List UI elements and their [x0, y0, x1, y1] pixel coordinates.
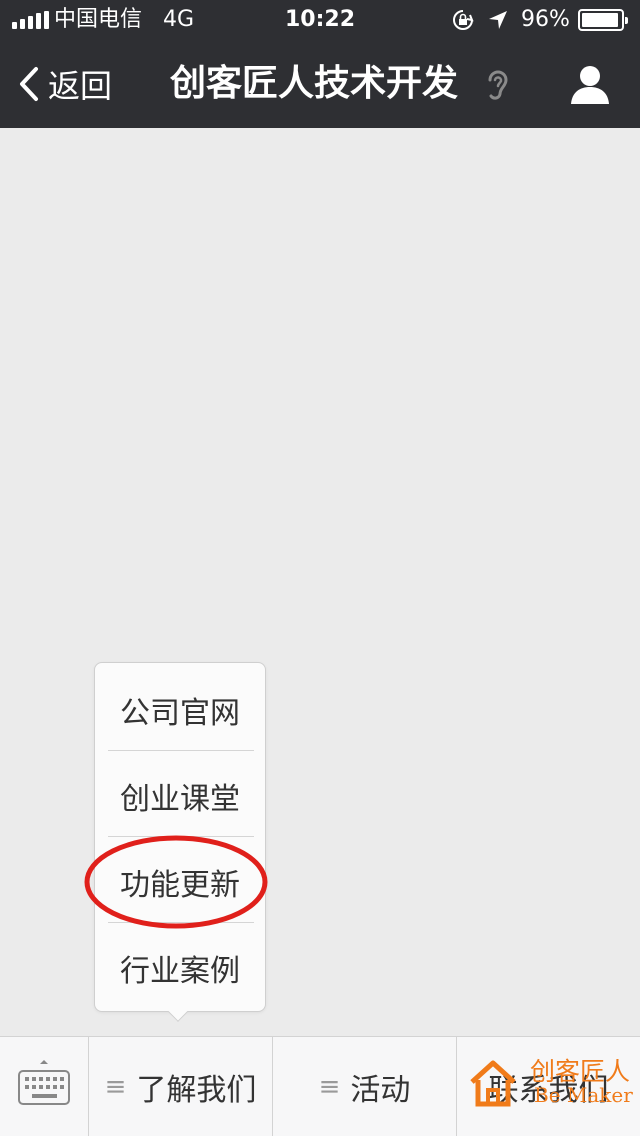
menu-tab-label: 活动 — [350, 1073, 411, 1108]
orientation-lock-icon — [453, 10, 474, 30]
submenu-item-company-website[interactable]: 公司官网 — [95, 667, 265, 753]
submenu-item-feature-updates[interactable]: 功能更新 — [95, 839, 265, 925]
person-icon[interactable] — [568, 64, 612, 104]
menu-lines-icon: ≡ — [318, 1072, 341, 1102]
status-bar: 中国电信 4G 10:22 96% — [0, 0, 640, 40]
back-label: 返回 — [48, 67, 113, 105]
submenu-item-startup-class[interactable]: 创业课堂 — [95, 753, 265, 839]
keyboard-toggle-button[interactable] — [0, 1037, 89, 1136]
menu-tab-contact-us[interactable]: 联系我们 — [457, 1037, 640, 1136]
navigation-bar: 返回 创客匠人技术开发 — [0, 40, 640, 128]
ear-icon — [488, 70, 508, 100]
bottom-menu-bar: ≡ 了解我们 ≡ 活动 联系我们 — [0, 1036, 640, 1136]
divider — [108, 750, 254, 751]
menu-tab-activities[interactable]: ≡ 活动 — [273, 1037, 457, 1136]
divider — [108, 922, 254, 923]
submenu-item-industry-cases[interactable]: 行业案例 — [95, 925, 265, 1011]
menu-tab-label: 了解我们 — [136, 1073, 257, 1108]
submenu-popup: 公司官网 创业课堂 功能更新 行业案例 — [94, 662, 266, 1022]
chevron-left-icon — [20, 67, 38, 101]
menu-lines-icon: ≡ — [104, 1072, 127, 1102]
menu-tab-label: 联系我们 — [488, 1073, 609, 1108]
menu-tab-about-us[interactable]: ≡ 了解我们 — [89, 1037, 273, 1136]
location-arrow-icon — [489, 11, 507, 29]
battery-percent: 96% — [521, 7, 570, 32]
page-title: 创客匠人技术开发 — [170, 63, 459, 104]
divider — [108, 836, 254, 837]
battery-icon — [578, 9, 628, 31]
back-button[interactable]: 返回 — [18, 60, 112, 108]
keyboard-icon — [18, 1060, 70, 1105]
